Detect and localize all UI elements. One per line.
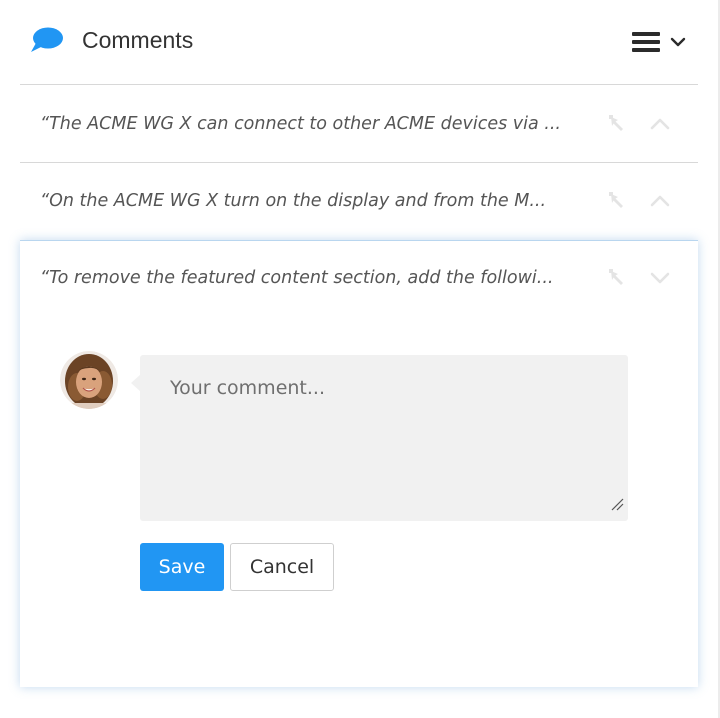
chevron-down-icon bbox=[670, 37, 686, 47]
comment-quote: “The ACME WG X can connect to other ACME… bbox=[40, 114, 561, 134]
comment-actions bbox=[606, 163, 672, 239]
comment-actions bbox=[606, 241, 672, 315]
comment-item[interactable]: “On the ACME WG X turn on the display an… bbox=[20, 163, 698, 239]
comment-actions bbox=[606, 86, 672, 162]
divider bbox=[20, 84, 698, 85]
expanded-comment-card: “To remove the featured content section,… bbox=[20, 240, 698, 687]
comments-header: Comments bbox=[0, 0, 718, 84]
comments-panel: Comments “The ACME WG X can connect to o… bbox=[0, 0, 720, 718]
resize-handle-icon[interactable] bbox=[610, 497, 624, 511]
avatar bbox=[60, 351, 118, 409]
locate-arrow-icon[interactable] bbox=[606, 266, 630, 290]
comment-item[interactable]: “The ACME WG X can connect to other ACME… bbox=[20, 86, 698, 162]
cancel-button[interactable]: Cancel bbox=[230, 543, 334, 591]
menu-dropdown-button[interactable] bbox=[628, 30, 690, 56]
chat-bubble-icon bbox=[31, 27, 63, 52]
chevron-up-icon[interactable] bbox=[648, 112, 672, 136]
hamburger-icon bbox=[632, 32, 660, 52]
chevron-up-icon[interactable] bbox=[648, 189, 672, 213]
comment-textarea[interactable] bbox=[140, 355, 628, 521]
comment-quote: “On the ACME WG X turn on the display an… bbox=[40, 191, 547, 211]
comment-quote[interactable]: “To remove the featured content section,… bbox=[40, 241, 580, 315]
save-button[interactable]: Save bbox=[140, 543, 224, 591]
locate-arrow-icon[interactable] bbox=[606, 189, 630, 213]
locate-arrow-icon[interactable] bbox=[606, 112, 630, 136]
panel-title: Comments bbox=[82, 27, 194, 53]
chevron-down-icon[interactable] bbox=[648, 266, 672, 290]
